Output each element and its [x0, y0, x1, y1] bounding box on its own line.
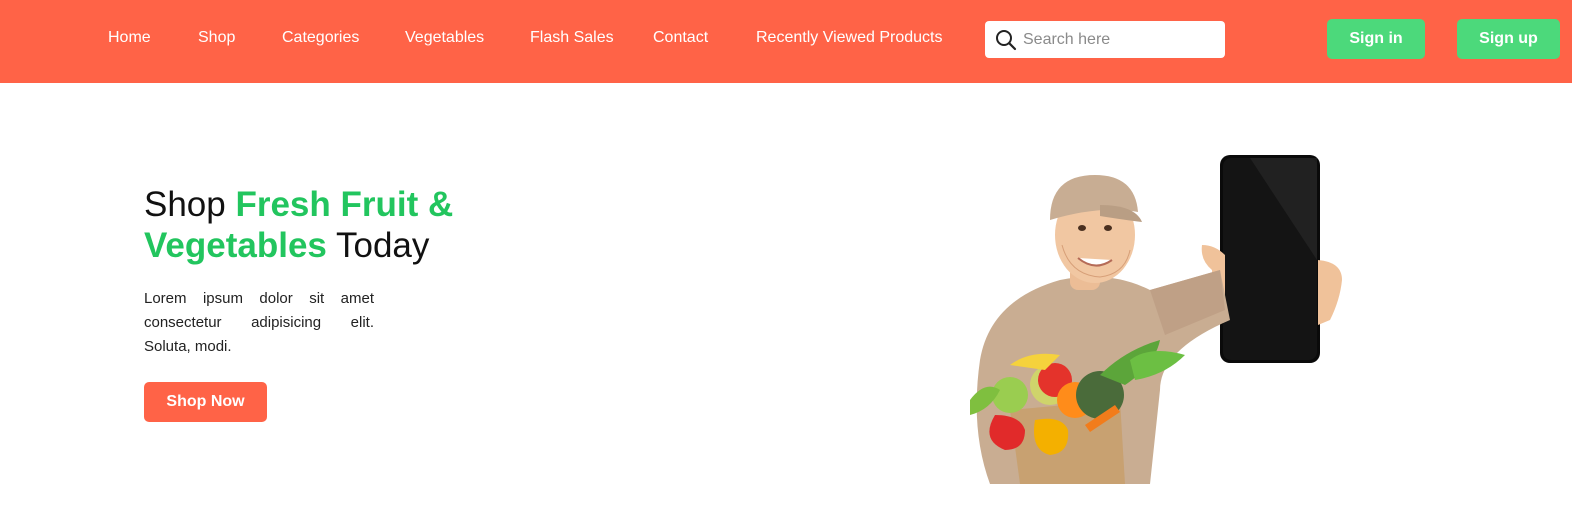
- delivery-man-image: [970, 155, 1342, 484]
- nav-link-home[interactable]: Home: [108, 29, 151, 47]
- nav-link-flash-sales[interactable]: Flash Sales: [530, 29, 614, 47]
- nav-link-categories[interactable]: Categories: [282, 29, 359, 47]
- hero-title: Shop Fresh Fruit & Vegetables Today: [144, 184, 504, 266]
- nav-link-recently-viewed[interactable]: Recently Viewed Products: [756, 29, 942, 47]
- hero-title-part2: Today: [326, 226, 430, 265]
- search-input[interactable]: [1023, 25, 1219, 54]
- nav-link-vegetables[interactable]: Vegetables: [405, 29, 484, 47]
- hero-title-part1: Shop: [144, 185, 236, 224]
- search-box: [985, 21, 1225, 58]
- shop-now-button[interactable]: Shop Now: [144, 382, 267, 422]
- sign-in-button[interactable]: Sign in: [1327, 19, 1425, 59]
- nav-link-contact[interactable]: Contact: [653, 29, 708, 47]
- nav-link-shop[interactable]: Shop: [198, 29, 235, 47]
- sign-up-button[interactable]: Sign up: [1457, 19, 1560, 59]
- hero-description: Lorem ipsum dolor sit amet consectetur a…: [144, 290, 374, 355]
- search-icon: [996, 30, 1017, 51]
- top-navbar: Home Shop Categories Vegetables Flash Sa…: [0, 0, 1572, 83]
